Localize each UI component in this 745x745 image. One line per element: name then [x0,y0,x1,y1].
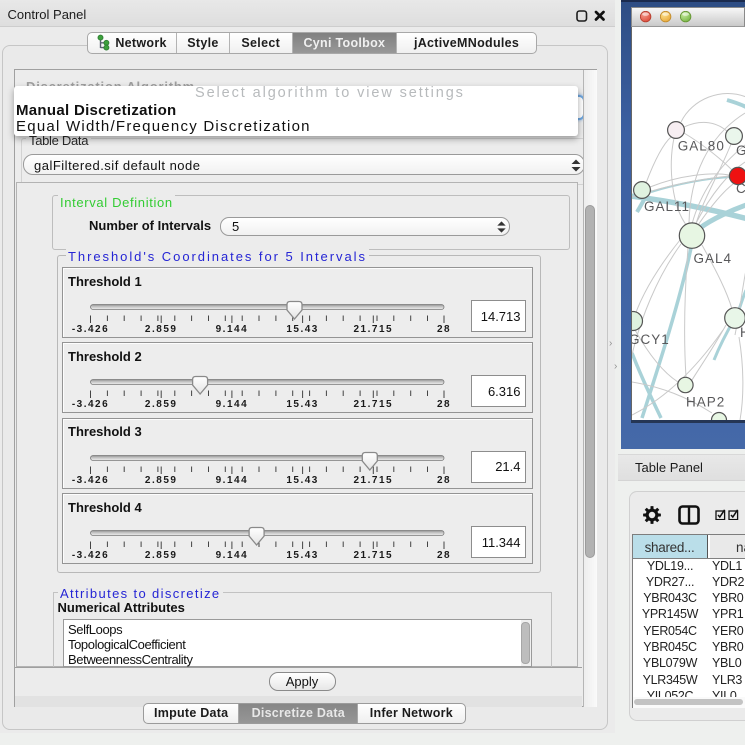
svg-text:15.43: 15.43 [286,550,319,561]
svg-text:28: 28 [437,324,451,335]
svg-text:C: C [736,181,745,196]
svg-text:-3.426: -3.426 [72,550,109,561]
svg-text:GAL11: GAL11 [644,199,690,214]
svg-text:21.715: 21.715 [354,475,394,486]
svg-text:21.715: 21.715 [354,399,394,410]
svg-text:2.859: 2.859 [145,475,178,486]
svg-text:9.144: 9.144 [216,550,249,561]
svg-text:15.43: 15.43 [286,475,319,486]
svg-text:GAL4: GAL4 [694,251,733,266]
svg-text:-3.426: -3.426 [72,399,109,410]
svg-text:28: 28 [437,475,451,486]
svg-text:28: 28 [437,550,451,561]
svg-text:2.859: 2.859 [145,550,178,561]
svg-text:H: H [740,325,745,340]
svg-text:9.144: 9.144 [216,475,249,486]
svg-text:GAL80: GAL80 [678,139,725,154]
svg-text:21.715: 21.715 [354,550,394,561]
svg-text:15.43: 15.43 [286,324,319,335]
svg-text:GA: GA [736,143,745,158]
svg-text:-3.426: -3.426 [72,475,109,486]
svg-text:2.859: 2.859 [145,399,178,410]
svg-text:28: 28 [437,399,451,410]
svg-text:-3.426: -3.426 [72,324,109,335]
svg-text:2.859: 2.859 [145,324,178,335]
svg-text:HAP2: HAP2 [686,394,725,409]
svg-text:21.715: 21.715 [354,324,394,335]
svg-text:GCY1: GCY1 [632,332,670,347]
svg-text:9.144: 9.144 [216,399,249,410]
svg-text:9.144: 9.144 [216,324,249,335]
svg-text:15.43: 15.43 [286,399,319,410]
